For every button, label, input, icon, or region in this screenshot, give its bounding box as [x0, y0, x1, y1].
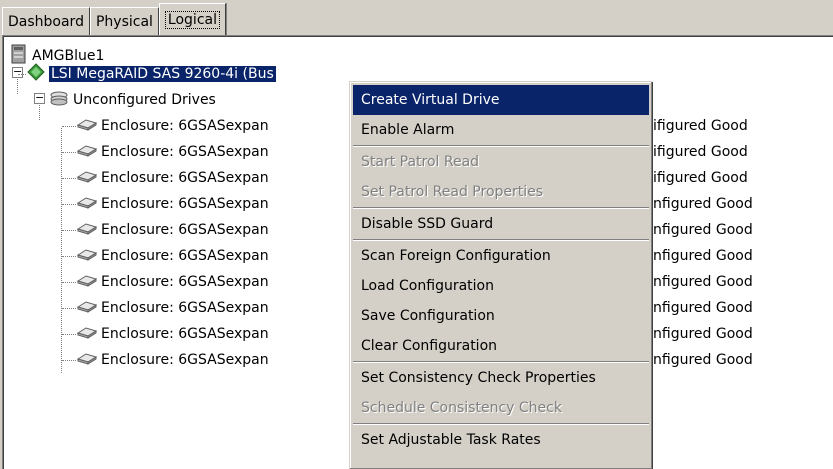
- drive-icon: [76, 325, 98, 343]
- drive-status: ifigured Good: [653, 118, 748, 134]
- tree-connector: [62, 308, 76, 309]
- menu-item-save-configuration[interactable]: Save Configuration: [353, 301, 649, 331]
- drive-status: nfigured Good: [653, 300, 753, 316]
- controller-icon: [27, 63, 45, 85]
- tree-connector: [17, 76, 18, 94]
- tree-node-drive[interactable]: Enclosure: 6GSASexpan: [76, 191, 269, 217]
- tree-connector: [39, 102, 40, 120]
- menu-item-scan-foreign-configuration[interactable]: Scan Foreign Configuration: [353, 241, 649, 271]
- tree-node-unconfigured-drives[interactable]: Unconfigured Drives: [49, 87, 216, 113]
- tab-physical[interactable]: Physical: [89, 7, 159, 35]
- drive-icon: [76, 117, 98, 135]
- drive-status: nfigured Good: [653, 352, 753, 368]
- tree-connector: [62, 178, 76, 179]
- tree-node-drive[interactable]: Enclosure: 6GSASexpan: [76, 295, 269, 321]
- menu-item-load-configuration[interactable]: Load Configuration: [353, 271, 649, 301]
- tab-dashboard-label: Dashboard: [8, 13, 84, 30]
- drive-status: nfigured Good: [653, 326, 753, 342]
- menu-item-disable-ssd-guard[interactable]: Disable SSD Guard: [353, 209, 649, 239]
- tree-connector: [62, 360, 76, 361]
- tree-node-drive[interactable]: Enclosure: 6GSASexpan: [76, 321, 269, 347]
- menu-item-create-virtual-drive[interactable]: Create Virtual Drive: [353, 85, 649, 115]
- drive-label: Enclosure: 6GSASexpan: [101, 222, 269, 238]
- context-menu: Create Virtual Drive Enable Alarm Start Pa…: [349, 81, 652, 469]
- tree-connector: [62, 256, 76, 257]
- tree-connector: [62, 334, 76, 335]
- collapse-toggle-controller[interactable]: −: [12, 66, 23, 78]
- tree-node-drive[interactable]: Enclosure: 6GSASexpan: [76, 347, 269, 373]
- tree-connector: [62, 126, 76, 127]
- menu-item-set-patrol-read-properties: Set Patrol Read Properties: [361, 184, 544, 200]
- drive-status: nfigured Good: [653, 222, 753, 238]
- tree-connector: [61, 128, 62, 373]
- tab-logical-label: Logical: [164, 10, 220, 29]
- tree-node-drive[interactable]: Enclosure: 6GSASexpan: [76, 217, 269, 243]
- drive-label: Enclosure: 6GSASexpan: [101, 274, 269, 290]
- tree-connector: [62, 282, 76, 283]
- drive-icon: [76, 351, 98, 369]
- drive-icon: [76, 299, 98, 317]
- tree-connector: [62, 152, 76, 153]
- tab-dashboard[interactable]: Dashboard: [2, 7, 90, 35]
- drive-label: Enclosure: 6GSASexpan: [101, 248, 269, 264]
- drive-status: ifigured Good: [653, 170, 748, 186]
- drive-group-icon: [49, 90, 69, 110]
- drive-label: Enclosure: 6GSASexpan: [101, 326, 269, 342]
- drive-icon: [76, 221, 98, 239]
- tree-node-controller[interactable]: LSI MegaRAID SAS 9260-4i (Bus: [27, 61, 276, 87]
- tree-node-drive[interactable]: Enclosure: 6GSASexpan: [76, 113, 269, 139]
- menu-item-set-consistency-check-properties[interactable]: Set Consistency Check Properties: [353, 363, 649, 393]
- tab-logical[interactable]: Logical: [158, 3, 226, 35]
- menu-item-schedule-consistency-check: Schedule Consistency Check: [361, 400, 562, 416]
- tree-node-drive[interactable]: Enclosure: 6GSASexpan: [76, 243, 269, 269]
- drive-status: nfigured Good: [653, 248, 753, 264]
- tree-connector: [18, 74, 26, 75]
- menu-item-clear-configuration[interactable]: Clear Configuration: [353, 331, 649, 361]
- tab-physical-label: Physical: [95, 13, 153, 30]
- drive-icon: [76, 273, 98, 291]
- tree-connector: [62, 204, 76, 205]
- tab-strip: Dashboard Physical Logical: [2, 3, 226, 35]
- tree-node-drive[interactable]: Enclosure: 6GSASexpan: [76, 269, 269, 295]
- menu-item-set-adjustable-task-rates[interactable]: Set Adjustable Task Rates: [353, 425, 649, 455]
- menu-item-enable-alarm[interactable]: Enable Alarm: [353, 115, 649, 145]
- tree-node-drive[interactable]: Enclosure: 6GSASexpan: [76, 165, 269, 191]
- drive-status: nfigured Good: [653, 196, 753, 212]
- drive-label: Enclosure: 6GSASexpan: [101, 352, 269, 368]
- drive-label: Enclosure: 6GSASexpan: [101, 118, 269, 134]
- drive-status: nfigured Good: [653, 274, 753, 290]
- drive-icon: [76, 143, 98, 161]
- tree-node-drive[interactable]: Enclosure: 6GSASexpan: [76, 139, 269, 165]
- drive-label: Enclosure: 6GSASexpan: [101, 170, 269, 186]
- menu-item-start-patrol-read: Start Patrol Read: [361, 154, 480, 170]
- drive-icon: [76, 247, 98, 265]
- drive-label: Enclosure: 6GSASexpan: [101, 196, 269, 212]
- tree-node-controller-label: LSI MegaRAID SAS 9260-4i (Bus: [49, 66, 276, 82]
- collapse-toggle-unconfigured[interactable]: −: [34, 92, 45, 104]
- drive-label: Enclosure: 6GSASexpan: [101, 144, 269, 160]
- drive-status: ifigured Good: [653, 144, 748, 160]
- tree-node-unconfigured-label: Unconfigured Drives: [73, 92, 216, 108]
- drive-icon: [76, 169, 98, 187]
- drive-icon: [76, 195, 98, 213]
- tree-connector: [62, 230, 76, 231]
- drive-label: Enclosure: 6GSASexpan: [101, 300, 269, 316]
